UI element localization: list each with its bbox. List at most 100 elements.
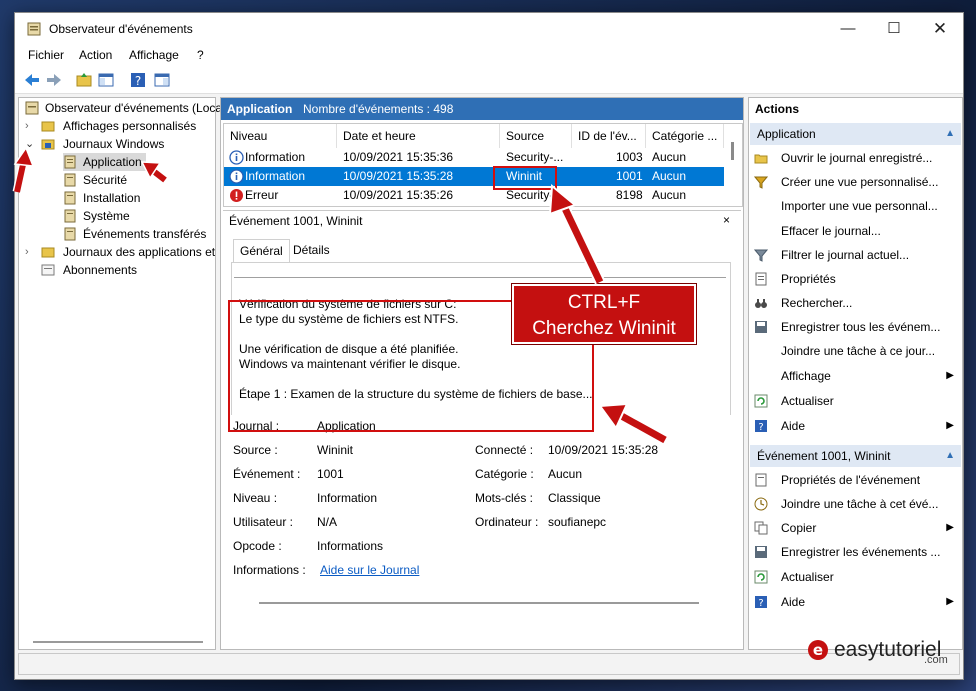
show-hide-tree-icon[interactable] — [97, 71, 115, 89]
tree-item-application[interactable]: Application — [63, 153, 146, 171]
callout-box: CTRL+F Cherchez Wininit — [512, 284, 696, 344]
action-event-properties[interactable]: Propriétés de l'événement — [749, 469, 962, 491]
actions-section-event[interactable]: Événement 1001, Wininit ▲ — [750, 445, 961, 467]
menu-action[interactable]: Action — [79, 48, 112, 62]
action-clear-log[interactable]: Effacer le journal... — [749, 220, 962, 242]
action-label: Actualiser — [781, 394, 834, 408]
action-label: Créer une vue personnalisé... — [781, 175, 939, 189]
action-help-event[interactable]: ? Aide ▶ — [749, 591, 962, 613]
action-label: Rechercher... — [781, 296, 853, 310]
folder-icon — [41, 121, 55, 132]
row-category: Aucun — [652, 188, 687, 202]
row-date: 10/09/2021 15:35:36 — [343, 150, 454, 164]
tree-item-security[interactable]: Sécurité — [63, 171, 127, 189]
table-row[interactable]: Information 10/09/2021 15:35:36 Security… — [224, 148, 724, 167]
title-bar: Observateur d'événements — ☐ ✕ — [15, 13, 963, 45]
chevron-right-icon[interactable]: › — [25, 243, 29, 261]
tree-item-system[interactable]: Système — [63, 207, 130, 225]
computer-value: soufianepc — [548, 515, 607, 529]
help-icon[interactable]: ? — [129, 71, 147, 89]
action-label: Importer une vue personnal... — [781, 199, 938, 213]
horizontal-scrollbar[interactable] — [33, 641, 203, 643]
level-value: Information — [317, 491, 378, 505]
action-refresh[interactable]: Actualiser — [749, 390, 962, 412]
detail-title: Événement 1001, Wininit — [229, 214, 363, 228]
tree-item-app-services-logs[interactable]: › Journaux des applications et — [25, 243, 215, 261]
collapse-icon[interactable]: ▲ — [945, 123, 955, 145]
tree-item-forwarded-events[interactable]: Événements transférés — [63, 225, 206, 243]
tree-item-subscriptions[interactable]: Abonnements — [41, 261, 137, 279]
action-save-all-events[interactable]: Enregistrer tous les événem... — [749, 316, 962, 338]
tree-root[interactable]: Observateur d'événements (Loca — [25, 99, 222, 117]
vertical-scrollbar[interactable] — [731, 142, 734, 160]
chevron-down-icon[interactable]: ⌄ — [25, 135, 34, 153]
action-label: Aide — [781, 595, 806, 609]
table-row[interactable]: Erreur 10/09/2021 15:35:26 Security-... … — [224, 186, 724, 205]
action-import-custom-view[interactable]: Importer une vue personnal... — [749, 195, 962, 217]
action-copy[interactable]: Copier ▶ — [749, 517, 962, 539]
tab-general[interactable]: Général — [233, 239, 290, 262]
menu-fichier[interactable]: Fichier — [28, 48, 64, 62]
tree-item-windows-logs[interactable]: ⌄ Journaux Windows — [25, 135, 164, 153]
column-header-event-id[interactable]: ID de l'év... — [572, 124, 646, 148]
menu-affichage[interactable]: Affichage — [129, 48, 179, 62]
help-journal-link[interactable]: Aide sur le Journal — [320, 563, 419, 577]
help-icon: ? — [755, 596, 767, 609]
close-button[interactable]: ✕ — [917, 13, 963, 45]
logo-e-icon: e — [808, 640, 828, 660]
chevron-right-icon[interactable]: › — [25, 117, 29, 135]
action-properties[interactable]: Propriétés — [749, 268, 962, 290]
close-icon[interactable]: × — [723, 213, 730, 227]
action-refresh-event[interactable]: Actualiser — [749, 566, 962, 588]
action-help[interactable]: ? Aide ▶ — [749, 415, 962, 437]
submenu-arrow-icon: ▶ — [946, 420, 954, 431]
column-header-source[interactable]: Source — [500, 124, 572, 148]
properties-pane-icon[interactable] — [153, 71, 171, 89]
actions-section-application[interactable]: Application ▲ — [750, 123, 961, 145]
action-create-custom-view[interactable]: Créer une vue personnalisé... — [749, 171, 962, 193]
table-row-selected[interactable]: Information 10/09/2021 15:35:28 Wininit … — [224, 167, 724, 186]
keywords-label: Mots-clés : — [475, 491, 534, 505]
menu-help[interactable]: ? — [197, 48, 204, 62]
maximize-button[interactable]: ☐ — [871, 13, 917, 45]
action-label: Propriétés — [781, 272, 836, 286]
action-view[interactable]: Affichage ▶ — [749, 365, 962, 387]
tree-item-setup[interactable]: Installation — [63, 189, 140, 207]
column-header-date[interactable]: Date et heure — [337, 124, 500, 148]
connected-label: Connecté : — [475, 443, 534, 457]
folder-icon — [41, 247, 55, 258]
events-list: Niveau Date et heure Source ID de l'év..… — [223, 123, 743, 207]
column-header-category[interactable]: Catégorie ... — [646, 124, 724, 148]
tree-item-label: Application — [83, 155, 142, 169]
row-category: Aucun — [652, 169, 687, 183]
subscriptions-icon — [41, 264, 55, 276]
category-value: Aucun — [548, 467, 583, 481]
submenu-arrow-icon: ▶ — [946, 596, 954, 607]
minimize-button[interactable]: — — [825, 13, 871, 45]
forward-arrow-icon[interactable] — [45, 71, 63, 89]
folder-logs-icon — [41, 139, 55, 150]
collapse-icon[interactable]: ▲ — [945, 445, 955, 467]
action-find[interactable]: Rechercher... — [749, 292, 962, 314]
submenu-arrow-icon: ▶ — [946, 370, 954, 381]
column-header-level[interactable]: Niveau — [224, 124, 337, 148]
action-open-saved-log[interactable]: Ouvrir le journal enregistré... — [749, 147, 962, 169]
save-icon — [755, 546, 767, 558]
horizontal-scrollbar[interactable] — [259, 602, 699, 604]
tree-item-custom-views[interactable]: › Affichages personnalisés — [25, 117, 196, 135]
action-save-selected-events[interactable]: Enregistrer les événements ... — [749, 541, 962, 563]
tab-details[interactable]: Détails — [287, 239, 336, 261]
user-label: Utilisateur : — [233, 515, 294, 529]
event-id-value: 1001 — [317, 467, 344, 481]
tree-root-label: Observateur d'événements (Loca — [45, 101, 223, 115]
action-label: Copier — [781, 521, 817, 535]
action-label: Enregistrer tous les événem... — [781, 320, 941, 334]
back-arrow-icon[interactable] — [23, 71, 41, 89]
action-attach-task-log[interactable]: Joindre une tâche à ce jour... — [749, 340, 962, 362]
navigation-tree: Observateur d'événements (Loca › Afficha… — [18, 97, 222, 650]
action-attach-task-event[interactable]: Joindre une tâche à cet évé... — [749, 493, 962, 515]
opcode-value: Informations — [317, 539, 384, 553]
event-viewer-icon — [27, 22, 41, 36]
action-filter-log[interactable]: Filtrer le journal actuel... — [749, 244, 962, 266]
up-folder-icon[interactable] — [75, 71, 93, 89]
